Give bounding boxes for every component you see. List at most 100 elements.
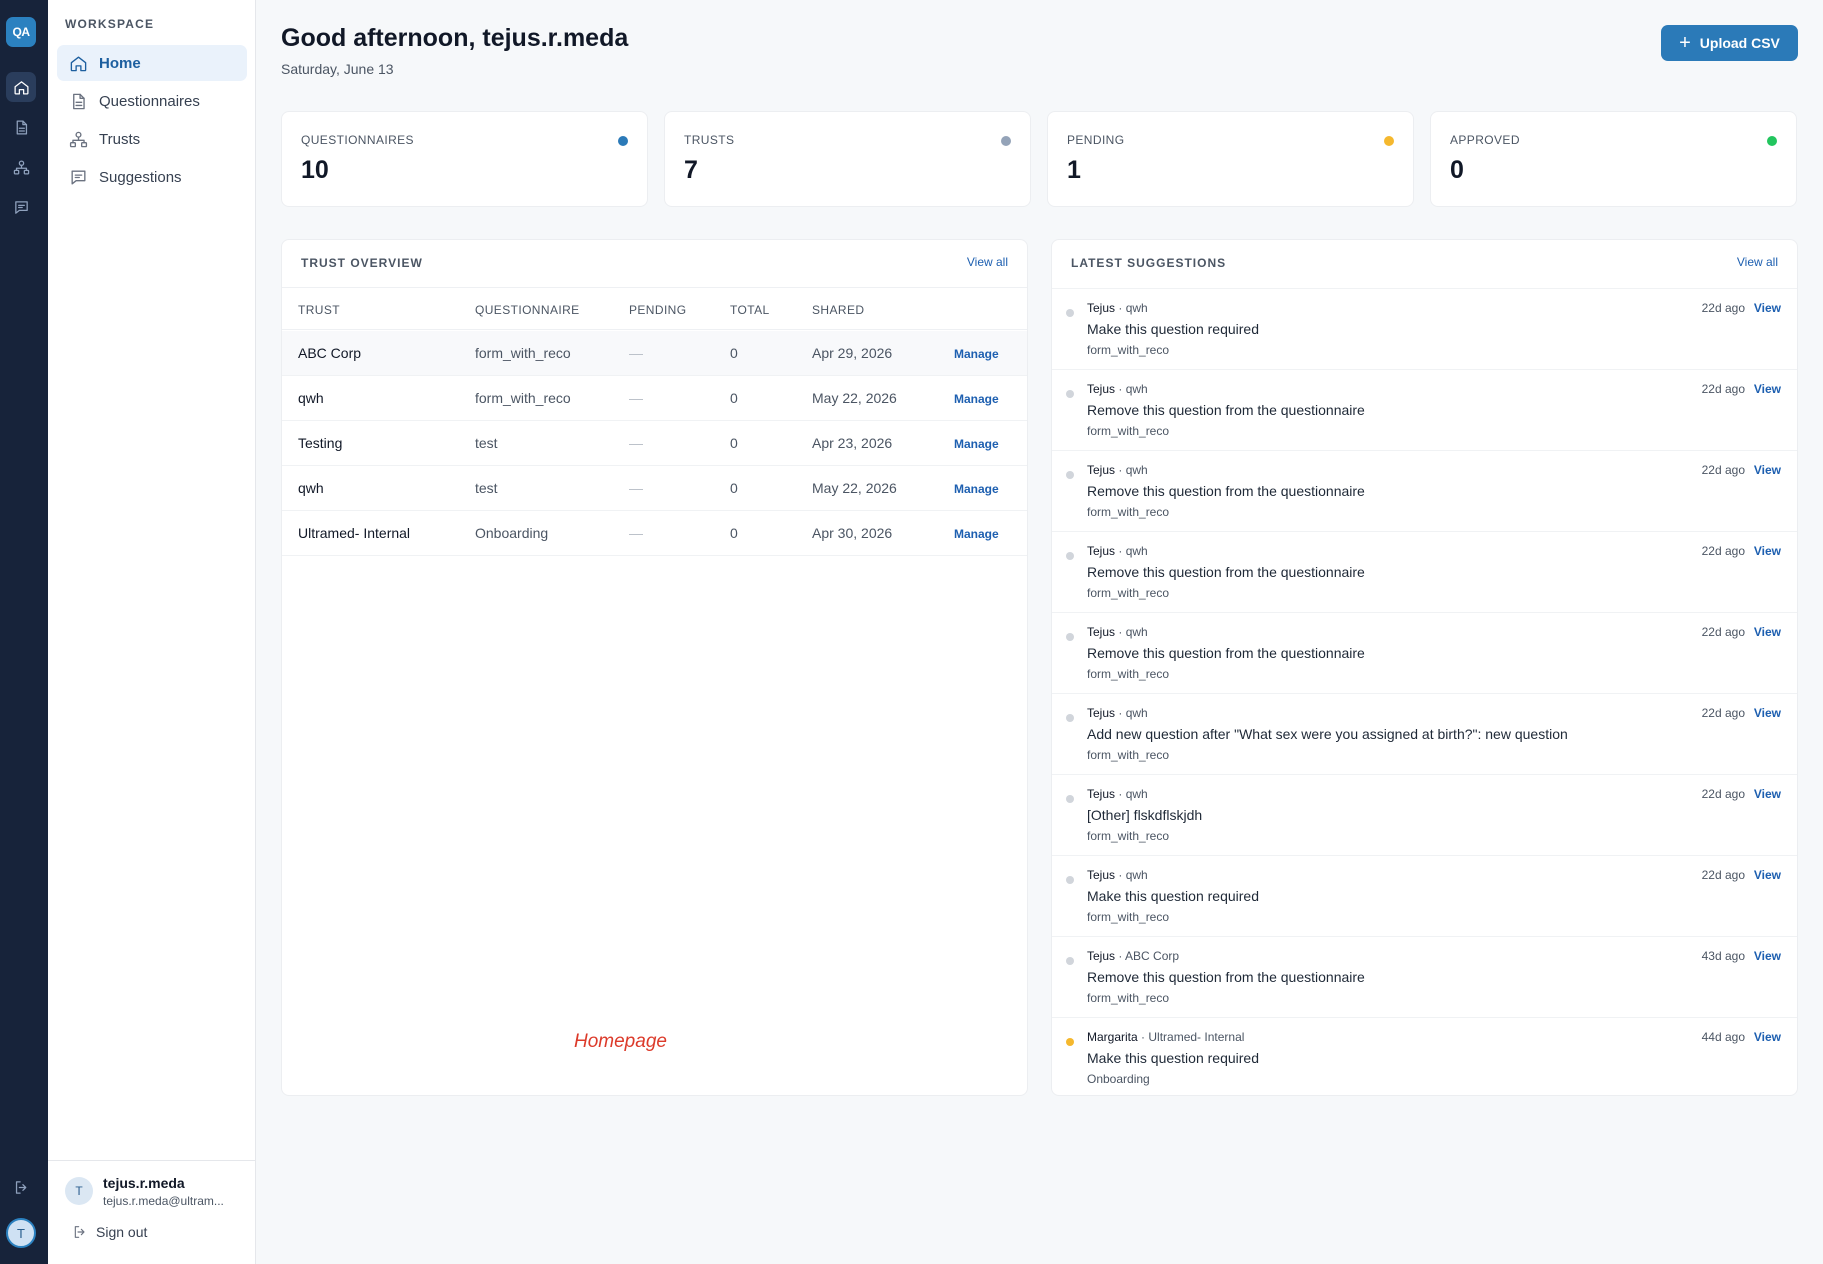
suggestion-trust: qwh [1125,544,1148,558]
suggestion-text: [Other] flskdflskjdh [1087,807,1203,823]
suggestion-meta: Tejus · qwh [1087,868,1148,882]
view-suggestion-link[interactable]: View [1754,868,1781,882]
suggestion-trust: qwh [1125,625,1148,639]
column-header[interactable]: PENDING [629,303,686,317]
view-suggestion-link[interactable]: View [1754,301,1781,315]
view-suggestion-link[interactable]: View [1754,382,1781,396]
view-suggestion-link[interactable]: View [1754,544,1781,558]
column-header[interactable]: TOTAL [730,303,770,317]
suggestion-time: 43d ago [1701,949,1745,963]
suggestion-form: form_with_reco [1087,910,1170,924]
stat-label: QUESTIONNAIRES [301,133,414,147]
table-row[interactable]: qwh test — 0 May 22, 2026 Manage [282,466,1027,511]
suggestion-form: form_with_reco [1087,505,1170,519]
stat-value: 1 [1067,156,1081,184]
suggestion-time: 22d ago [1701,706,1745,720]
view-suggestion-link[interactable]: View [1754,625,1781,639]
manage-button[interactable]: Manage [954,347,999,361]
rail-home-button[interactable] [6,72,36,102]
suggestion-text: Make this question required [1087,888,1259,904]
suggestion-meta: Tejus · qwh [1087,706,1148,720]
cell-pending: — [629,435,643,451]
status-dot [1066,714,1074,722]
sidebar-item-suggestions[interactable]: Suggestions [57,159,247,195]
cell-questionnaire: form_with_reco [475,390,571,406]
suggestion-meta: Tejus · ABC Corp [1087,949,1179,963]
table-row[interactable]: qwh form_with_reco — 0 May 22, 2026 Manage [282,376,1027,421]
suggestion-author: Tejus [1087,868,1116,882]
rail-questionnaires-button[interactable] [6,112,36,142]
column-header[interactable]: SHARED [812,303,864,317]
status-dot [1066,552,1074,560]
suggestion-text: Remove this question from the questionna… [1087,483,1365,499]
column-header[interactable]: TRUST [298,303,340,317]
status-dot [1066,1038,1074,1046]
status-dot [1066,633,1074,641]
suggestion-time: 22d ago [1701,301,1745,315]
sidebar-item-trusts[interactable]: Trusts [57,121,247,157]
suggestion-item: Tejus · qwh Remove this question from the… [1052,531,1797,612]
suggestion-author: Tejus [1087,625,1116,639]
cell-total: 0 [730,390,738,406]
upload-csv-label: Upload CSV [1699,35,1780,51]
suggestion-time: 44d ago [1701,1030,1745,1044]
rail-avatar[interactable]: T [6,1218,36,1248]
page-date: Saturday, June 13 [281,61,394,77]
separator: · [1141,1030,1146,1044]
suggestion-text: Remove this question from the questionna… [1087,969,1365,985]
manage-button[interactable]: Manage [954,482,999,496]
table-row[interactable]: Testing test — 0 Apr 23, 2026 Manage [282,421,1027,466]
cell-pending: — [629,525,643,541]
status-dot [1767,136,1777,146]
logout-icon [74,1226,85,1238]
app-logo[interactable]: QA [6,17,36,47]
status-dot [1066,471,1074,479]
suggestion-author: Tejus [1087,382,1116,396]
sidebar-item-questionnaires[interactable]: Questionnaires [57,83,247,119]
column-header[interactable]: QUESTIONNAIRE [475,303,580,317]
rail-suggestions-button[interactable] [6,192,36,222]
suggestion-item: Tejus · qwh Remove this question from the… [1052,612,1797,693]
manage-button[interactable]: Manage [954,437,999,451]
suggestion-author: Tejus [1087,301,1116,315]
suggestion-text: Make this question required [1087,321,1259,337]
status-dot [1066,876,1074,884]
upload-csv-button[interactable]: + Upload CSV [1661,25,1798,61]
manage-button[interactable]: Manage [954,527,999,541]
cell-total: 0 [730,435,738,451]
sidebar-user-section: T tejus.r.meda tejus.r.meda@ultram... Si… [48,1160,256,1264]
cell-trust: qwh [298,480,324,496]
suggestion-meta: Tejus · qwh [1087,544,1148,558]
rail-logout-button[interactable] [6,1172,36,1202]
suggestion-trust: qwh [1125,382,1148,396]
cell-trust: qwh [298,390,324,406]
cell-total: 0 [730,345,738,361]
view-suggestion-link[interactable]: View [1754,1030,1781,1044]
view-suggestion-link[interactable]: View [1754,706,1781,720]
suggestion-trust: qwh [1125,301,1148,315]
suggestion-trust: qwh [1125,868,1148,882]
view-suggestion-link[interactable]: View [1754,787,1781,801]
rail-trusts-button[interactable] [6,152,36,182]
manage-button[interactable]: Manage [954,392,999,406]
sign-out-button[interactable]: Sign out [72,1224,147,1240]
view-all-link[interactable]: View all [967,255,1008,269]
cell-questionnaire: form_with_reco [475,345,571,361]
stat-card-approved: APPROVED 0 [1430,111,1797,207]
suggestion-time: 22d ago [1701,382,1745,396]
suggestion-author: Tejus [1087,949,1116,963]
table-row[interactable]: Ultramed- Internal Onboarding — 0 Apr 30, 20… [282,511,1027,556]
sidebar-item-label: Trusts [99,130,141,148]
sidebar-item-label: Home [99,54,141,72]
page-title: Good afternoon, tejus.r.meda [281,24,629,52]
chat-icon [14,200,28,214]
view-all-link[interactable]: View all [1737,255,1778,269]
cell-shared: Apr 29, 2026 [812,345,893,361]
view-suggestion-link[interactable]: View [1754,463,1781,477]
table-row[interactable]: ABC Corp form_with_reco — 0 Apr 29, 2026 Mana… [282,331,1027,376]
chat-icon [71,169,86,185]
status-dot [1066,309,1074,317]
sidebar-item-home[interactable]: Home [57,45,247,81]
cell-pending: — [629,345,643,361]
view-suggestion-link[interactable]: View [1754,949,1781,963]
